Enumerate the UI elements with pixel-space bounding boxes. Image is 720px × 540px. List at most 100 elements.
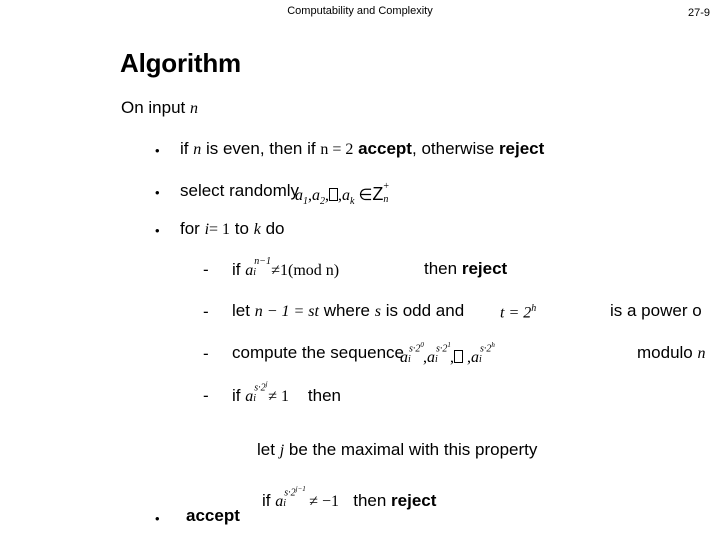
step2-Z: Z xyxy=(372,184,384,204)
slide-page-number: 27-9 xyxy=(688,7,711,19)
step9-reject: reject xyxy=(391,491,437,510)
step5-isodd: is odd and xyxy=(385,301,465,320)
step8-text: be the maximal with this property xyxy=(288,440,538,459)
step2-text: select randomly xyxy=(180,181,300,200)
step3-do: do xyxy=(265,219,285,238)
step8-let: let xyxy=(257,440,275,459)
step4-math: a i n−1 ≠1(mod n) xyxy=(245,256,340,279)
step5-tail-text: is a power o xyxy=(610,301,702,321)
step6-m2-base: a xyxy=(427,349,435,366)
step7-if: if xyxy=(232,386,241,405)
step-select-randomly: select randomly xyxy=(180,181,299,201)
step5-t-sup: h xyxy=(531,303,537,314)
step3-var-k: k xyxy=(253,221,261,238)
step1-accept: accept xyxy=(358,139,412,158)
step5-t-eq: t = 2 xyxy=(500,304,532,322)
substep-decompose: let n − 1 = st where s is odd and xyxy=(232,301,464,321)
step7-base-sup: s·2j xyxy=(254,380,268,394)
intro-variable: n xyxy=(190,100,198,117)
step7-math: a i s·2j ≠ 1 xyxy=(245,380,290,405)
page-title: Algorithm xyxy=(120,48,241,78)
step6-m2-sub: i xyxy=(435,354,438,365)
step2-in-symbol: ∈ xyxy=(358,187,373,204)
step4-if: if xyxy=(232,260,241,279)
step9-if: if xyxy=(262,491,271,510)
step7-base-supsup: j xyxy=(265,380,268,388)
step9-base-sup: s·2j−1 xyxy=(284,485,306,499)
step7-then: then xyxy=(307,386,342,405)
step6-m3-sup: s·2h xyxy=(480,341,495,355)
step6-math-sequence: a i s·20 ,a i s·21 , ,a i s·2h xyxy=(400,341,495,367)
step1-var-n: n xyxy=(193,141,202,158)
step3-eq: = 1 xyxy=(209,221,231,238)
step6-mod-var: n xyxy=(697,345,706,362)
step6-m1-sub: i xyxy=(408,354,411,365)
step6-m2-supsup: 1 xyxy=(447,341,451,349)
intro-line: On input n xyxy=(121,98,198,118)
step9-then: then xyxy=(353,491,387,510)
step2-a2: a xyxy=(312,187,320,204)
step6-m3-supsup: h xyxy=(491,341,495,349)
step-final-accept: accept xyxy=(186,506,240,526)
step8-var-j: j xyxy=(279,442,285,459)
step9-math: a i s·2j−1 ≠ −1 xyxy=(275,485,340,510)
step2-a1: a xyxy=(295,187,303,204)
substep-compute-sequence: compute the sequence xyxy=(232,343,404,363)
step4-rhs: 1(mod n) xyxy=(280,262,340,279)
step4-then: then xyxy=(424,259,458,278)
step5-where: where xyxy=(323,301,371,320)
step2-math-expression: a1,a2, ,ak ∈Z + n xyxy=(295,181,390,207)
step6-ellipsis-box xyxy=(454,350,463,363)
step4-base-sup: n−1 xyxy=(254,256,271,267)
substep-fermat-then: then reject xyxy=(424,259,507,279)
step6-text: compute the sequence xyxy=(232,343,405,362)
step7-base: a xyxy=(245,388,254,405)
step9-base-supsup: j−1 xyxy=(295,485,306,493)
substep-check-order: if a i s·2j ≠ 1 then xyxy=(232,380,342,406)
dash-glyph: - xyxy=(203,260,209,279)
step6-m1-sup: s·20 xyxy=(409,341,424,355)
step3-for: for xyxy=(180,219,200,238)
bullet-glyph: • xyxy=(155,511,160,526)
bullet-glyph: • xyxy=(155,143,160,158)
step9-neq: ≠ −1 xyxy=(309,493,340,510)
substep-maximal-j: let j be the maximal with this property xyxy=(257,440,537,460)
slide-canvas: Computability and Complexity 27-9 Algori… xyxy=(0,0,720,540)
step1-comma: , xyxy=(411,139,417,158)
step4-neq: ≠ xyxy=(271,262,281,279)
step6-m3-base: a xyxy=(471,349,479,366)
step6-m2-sup: s·21 xyxy=(436,341,451,355)
step5-var-s: s xyxy=(374,303,381,320)
intro-text: On input xyxy=(121,98,186,117)
step5-let: let xyxy=(232,301,250,320)
step6-m1-supsup: 0 xyxy=(420,341,424,349)
step1-eq-n2: n = 2 xyxy=(320,141,354,158)
step10-accept: accept xyxy=(186,506,240,525)
step1-text-if: if xyxy=(180,139,189,158)
step2-ak: a xyxy=(342,187,350,204)
step9-base-sub: i xyxy=(283,498,287,509)
step7-neq: ≠ 1 xyxy=(268,388,290,405)
step7-base-sub: i xyxy=(253,393,257,404)
step6-m1-base: a xyxy=(400,349,408,366)
step2-Z-sup: + xyxy=(383,181,390,192)
substep-minus-one-check: if a i s·2j−1 ≠ −1 then reject xyxy=(262,485,437,511)
bullet-glyph: • xyxy=(155,223,160,238)
step9-base: a xyxy=(275,493,284,510)
step2-Z-sub: n xyxy=(383,194,389,205)
step3-to: to xyxy=(234,219,249,238)
step1-otherwise: otherwise xyxy=(421,139,495,158)
step-if-even: if n is even, then if n = 2 accept, othe… xyxy=(180,139,544,159)
dash-glyph: - xyxy=(203,344,209,363)
step4-reject: reject xyxy=(461,259,508,278)
step6-modulo: modulo xyxy=(637,343,693,362)
step5-t-expression: t = 2h xyxy=(500,303,536,322)
bullet-glyph: • xyxy=(155,185,160,200)
step-for-loop: for i= 1 to k do xyxy=(180,219,284,239)
substep-fermat-test: if a i n−1 ≠1(mod n) xyxy=(232,256,340,280)
step1-reject: reject xyxy=(498,139,545,158)
step5-tail: is a power o xyxy=(610,301,702,320)
dash-glyph: - xyxy=(203,302,209,321)
step6-modulo-text: modulo n xyxy=(637,343,706,363)
step4-base: a xyxy=(245,262,254,279)
